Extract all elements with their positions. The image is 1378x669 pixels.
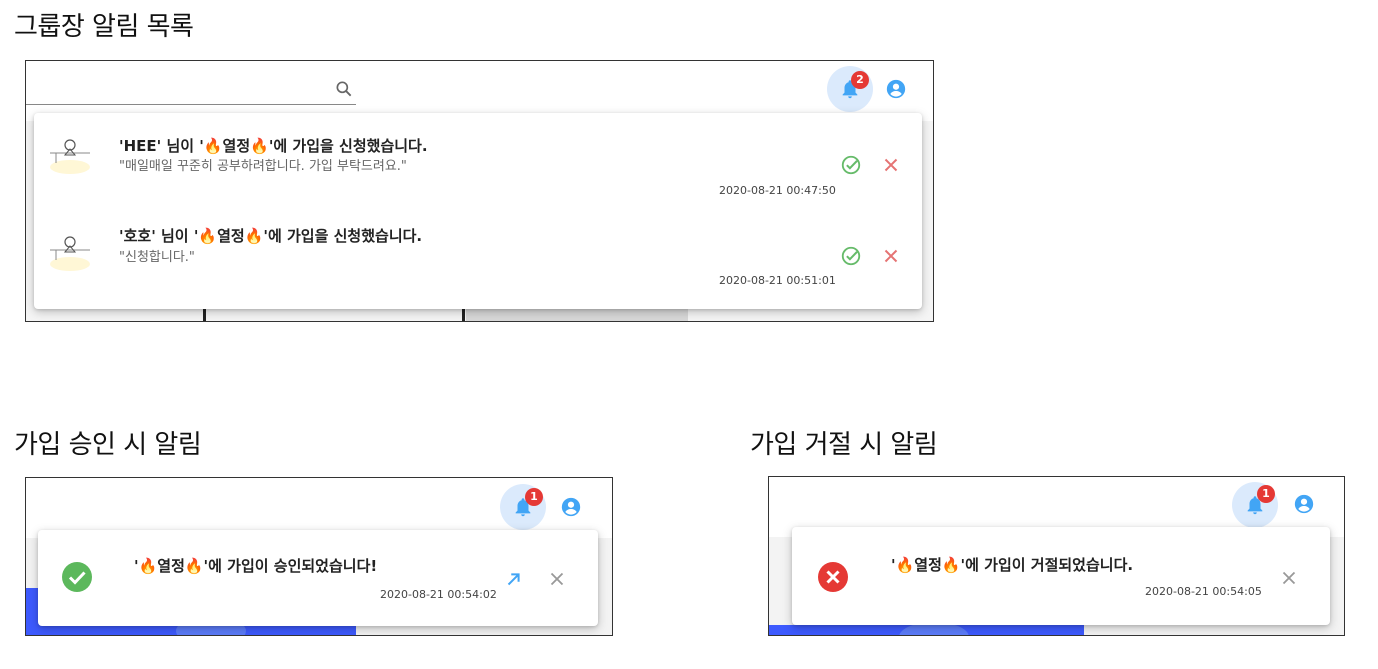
approved-check-icon <box>62 562 92 592</box>
notification-badge: 2 <box>851 71 869 89</box>
notification-badge: 1 <box>1257 485 1275 503</box>
account-circle-icon[interactable] <box>560 496 582 518</box>
search-icon[interactable] <box>334 79 354 99</box>
accept-icon[interactable] <box>840 154 862 176</box>
reject-screenshot-frame: 1 '🔥열정🔥'에 가입이 거절되었습니다. 2020-08-21 00:54:… <box>768 476 1345 636</box>
notification-time: 2020-08-21 00:51:01 <box>719 274 836 287</box>
close-icon[interactable] <box>1278 567 1300 589</box>
notification-time: 2020-08-21 00:54:05 <box>1145 585 1262 598</box>
notification-message: "신청합니다." <box>119 250 195 265</box>
notification-list-panel: 'HEE' 님이 '🔥열정🔥'에 가입을 신청했습니다. "매일매일 꾸준히 공… <box>34 113 922 309</box>
reject-icon[interactable] <box>880 154 902 176</box>
notification-message: "매일매일 꾸준히 공부하려합니다. 가입 부탁드려요." <box>119 159 407 174</box>
notification-time: 2020-08-21 00:47:50 <box>719 184 836 197</box>
notification-title: '호호' 님이 '🔥열정🔥'에 가입을 신청했습니다. <box>119 227 423 245</box>
rejected-x-icon <box>818 562 848 592</box>
section-title-list: 그룹장 알림 목록 <box>14 12 194 42</box>
reject-icon[interactable] <box>880 245 902 267</box>
notification-title: '🔥열정🔥'에 가입이 거절되었습니다. <box>891 556 1134 574</box>
accept-icon[interactable] <box>840 245 862 267</box>
approve-notification-panel[interactable]: '🔥열정🔥'에 가입이 승인되었습니다! 2020-08-21 00:54:02 <box>38 530 598 626</box>
notification-title: '🔥열정🔥'에 가입이 승인되었습니다! <box>134 557 378 575</box>
account-circle-icon[interactable] <box>885 78 907 100</box>
notification-time: 2020-08-21 00:54:02 <box>380 588 497 601</box>
list-screenshot-frame: 2 'HEE' 님이 '🔥열정🔥'에 가입을 신청했습니다. "매일매일 꾸준히… <box>25 60 934 322</box>
approve-screenshot-frame: 1 '🔥열정🔥'에 가입이 승인되었습니다! 2020-08-21 00:54:… <box>25 477 613 636</box>
reject-notification-panel[interactable]: '🔥열정🔥'에 가입이 거절되었습니다. 2020-08-21 00:54:05 <box>792 527 1330 625</box>
close-icon[interactable] <box>546 568 568 590</box>
notification-title: 'HEE' 님이 '🔥열정🔥'에 가입을 신청했습니다. <box>119 137 428 155</box>
account-circle-icon[interactable] <box>1293 493 1315 515</box>
avatar <box>48 228 92 272</box>
arrow-up-right-icon[interactable] <box>503 568 525 590</box>
section-title-approve: 가입 승인 시 알림 <box>14 430 202 460</box>
notification-badge: 1 <box>525 488 543 506</box>
section-title-reject: 가입 거절 시 알림 <box>750 430 938 460</box>
search-input[interactable] <box>26 104 356 105</box>
avatar <box>48 131 92 175</box>
